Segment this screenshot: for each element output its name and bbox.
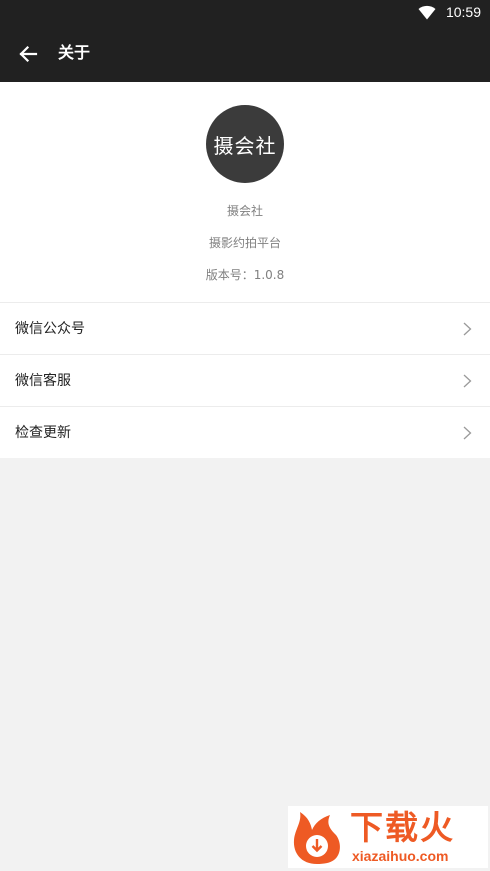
watermark-brand: 下载火 — [350, 808, 455, 847]
menu-item-wechat-service[interactable]: 微信客服 — [0, 354, 490, 406]
app-version: 版本号：1.0.8 — [205, 268, 285, 282]
back-button[interactable] — [10, 36, 46, 72]
arrow-left-icon — [19, 45, 38, 63]
app-name: 摄会社 — [226, 204, 263, 218]
menu-item-label: 微信公众号 — [15, 321, 85, 337]
page-title: 关于 — [58, 43, 91, 62]
app-logo: 摄会社 — [206, 105, 284, 183]
flame-icon — [293, 812, 340, 864]
logo-text: 摄会社 — [213, 133, 277, 158]
watermark-domain: xiazaihuo.com — [352, 848, 449, 864]
about-header: 摄会社 摄会社 摄影约拍平台 版本号：1.0.8 — [0, 82, 490, 302]
menu-item-check-update[interactable]: 检查更新 — [0, 406, 490, 458]
chevron-right-icon — [463, 426, 472, 440]
watermark: 下载火 xiazaihuo.com — [288, 806, 488, 868]
wifi-icon — [418, 5, 436, 20]
status-bar: 10:59 — [0, 0, 490, 26]
status-time: 10:59 — [445, 4, 481, 20]
settings-menu: 微信公众号 微信客服 检查更新 — [0, 302, 490, 458]
chevron-right-icon — [463, 374, 472, 388]
app-bar: 关于 — [0, 26, 490, 82]
chevron-right-icon — [463, 322, 472, 336]
menu-item-wechat-official-account[interactable]: 微信公众号 — [0, 302, 490, 354]
app-slogan: 摄影约拍平台 — [208, 236, 281, 250]
menu-item-label: 检查更新 — [15, 425, 71, 441]
menu-item-label: 微信客服 — [15, 373, 71, 389]
